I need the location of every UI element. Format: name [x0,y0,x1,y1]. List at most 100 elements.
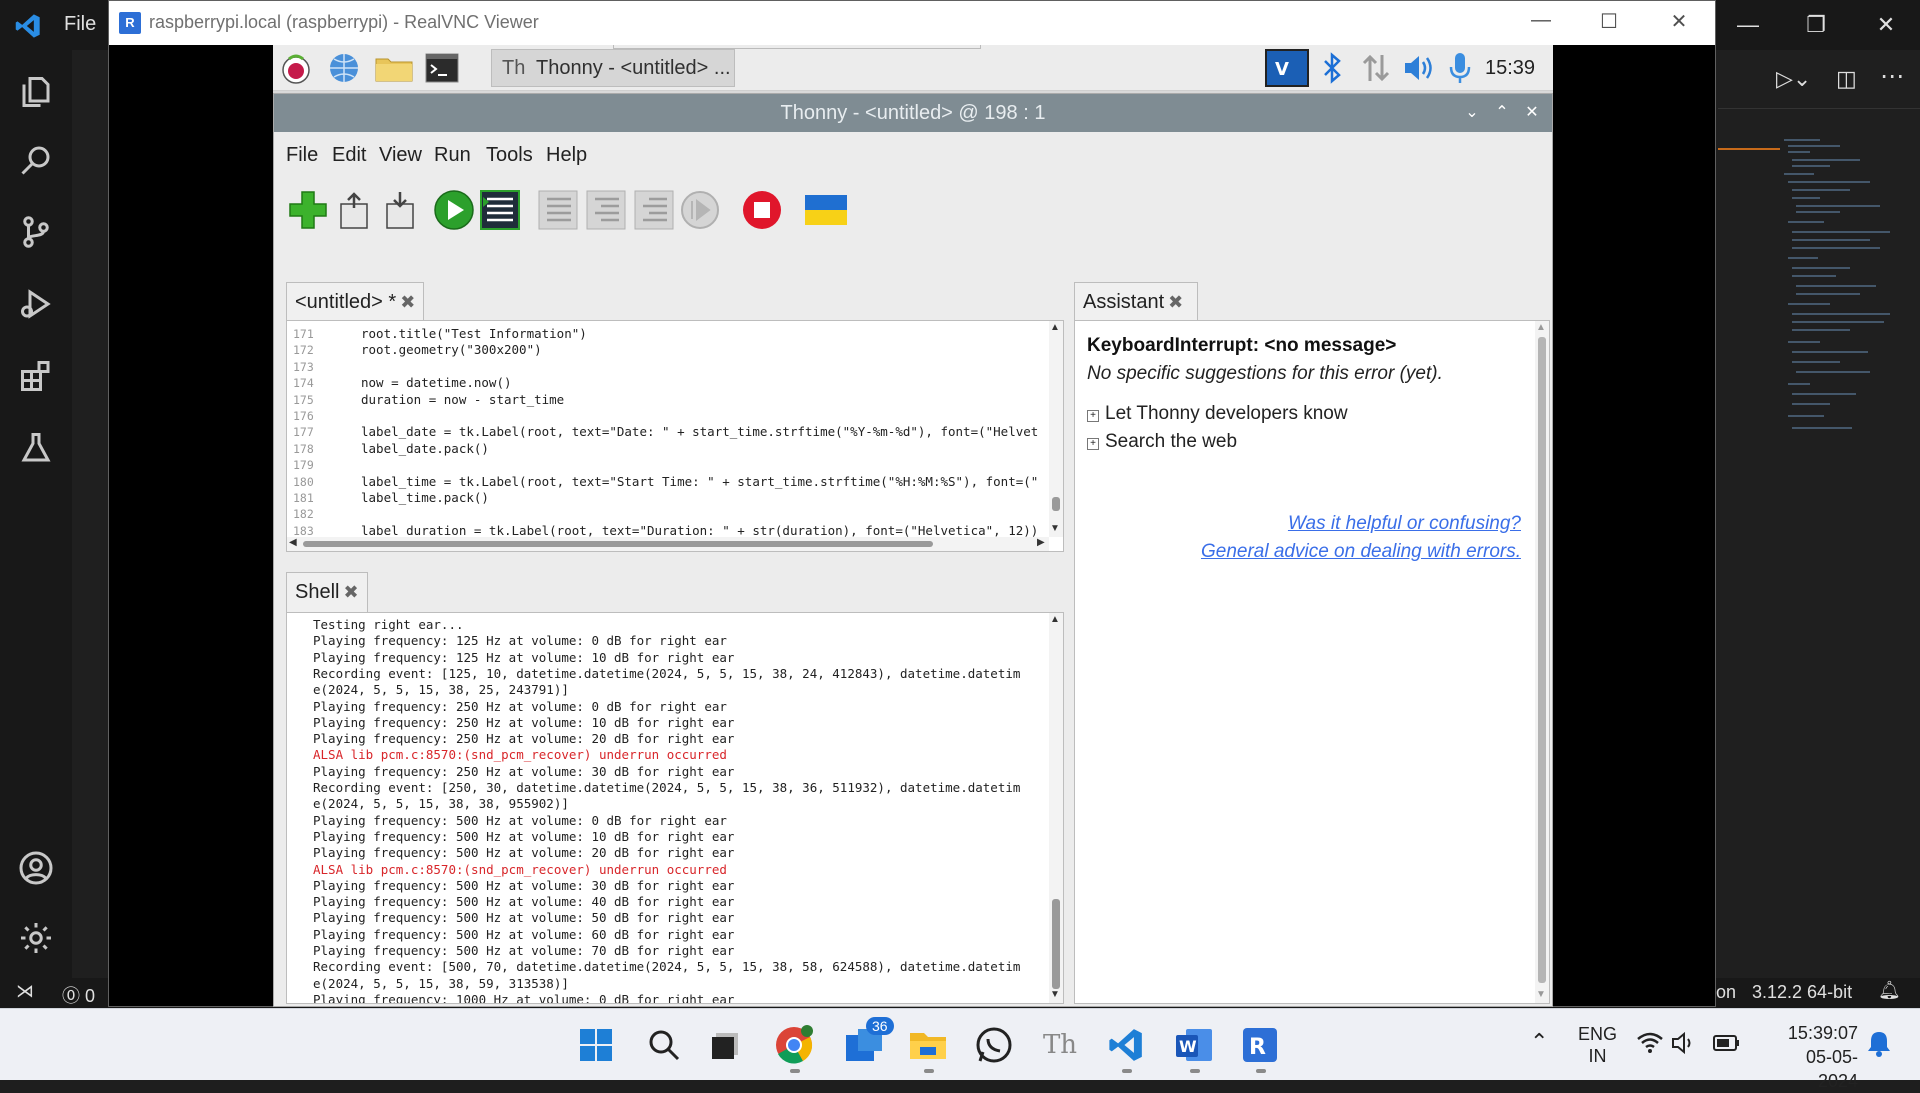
menu-run[interactable]: Run [434,144,471,167]
task-view-icon[interactable] [706,1023,750,1067]
stop-icon[interactable] [740,188,784,232]
editor-vertical-scrollbar[interactable]: ▲ ▼ [1049,321,1063,537]
extensions-icon[interactable] [14,354,58,398]
menu-file[interactable]: File [286,144,318,167]
thonny-minimize-button[interactable]: ⌄ [1458,94,1486,132]
show-hidden-icons-chevron-icon[interactable]: ⌃ [1530,1029,1548,1055]
assistant-item-search-label: Search the web [1105,431,1238,452]
remote-indicator-icon[interactable]: ⋊ [16,981,34,1002]
close-shell-tab-icon[interactable]: ✖ [343,582,358,602]
network-arrows-icon[interactable] [1359,51,1397,85]
split-editor-icon[interactable]: ◫ [1836,66,1857,92]
assistant-error-heading: KeyboardInterrupt: <no message> [1087,335,1397,356]
close-assistant-tab-icon[interactable]: ✖ [1168,292,1183,312]
outlook-mail-icon[interactable]: 36 [842,1017,894,1067]
volume-speaker-icon[interactable] [1401,51,1439,85]
tab-untitled[interactable]: <untitled> * ✖ [286,282,424,322]
vnc-minimize-button[interactable]: — [1521,9,1561,37]
file-explorer-icon[interactable] [906,1023,950,1067]
menu-view[interactable]: View [379,144,422,167]
windows-start-icon[interactable] [574,1023,618,1067]
assistant-vertical-scrollbar[interactable]: ▲ ▼ [1535,321,1549,1003]
taskbar-thonny-button[interactable]: Th Thonny - <untitled> ... [491,49,735,87]
vnc-server-icon[interactable]: V [1265,49,1309,87]
terminal-icon[interactable] [423,51,461,85]
scroll-up-arrow-icon[interactable]: ▲ [1050,322,1060,333]
system-clock[interactable]: 15:39:07 05-05-2024 [1768,1021,1858,1093]
debug-script-icon[interactable] [478,188,522,232]
pi-clock[interactable]: 15:39 [1485,57,1535,80]
vscode-menu-file[interactable]: File [64,13,96,36]
tab-assistant[interactable]: Assistant ✖ [1074,282,1198,322]
language-indicator[interactable]: ENG IN [1578,1023,1617,1067]
scroll-down-arrow-icon[interactable]: ▼ [1050,523,1060,534]
run-python-file-icon[interactable]: ▷⌄ [1776,66,1811,92]
thonny-app-icon[interactable]: Th [1038,1023,1082,1067]
ukraine-flag-icon[interactable] [804,188,848,232]
vscode-minimap[interactable] [1780,136,1900,456]
word-app-icon[interactable]: W [1172,1023,1216,1067]
new-file-plus-icon[interactable] [286,188,330,232]
testing-flask-icon[interactable] [14,426,58,470]
chrome-icon[interactable] [772,1023,816,1067]
editor-vscroll-thumb[interactable] [1052,497,1060,511]
helpful-feedback-link[interactable]: Was it helpful or confusing? [1288,513,1521,535]
save-file-icon[interactable] [378,188,422,232]
whatsapp-icon[interactable] [972,1023,1016,1067]
vscode-minimize-button[interactable]: — [1728,12,1768,38]
explorer-icon[interactable] [14,70,58,114]
expand-plus-icon[interactable]: + [1087,438,1099,450]
general-advice-link[interactable]: General advice on dealing with errors. [1201,541,1521,563]
notification-bell-icon[interactable] [1866,1029,1892,1062]
shell-vertical-scrollbar[interactable]: ▲ ▼ [1049,613,1063,1003]
vnc-close-button[interactable]: ✕ [1659,9,1699,37]
file-manager-folder-icon[interactable] [373,51,413,85]
expand-plus-icon[interactable]: + [1087,410,1099,422]
vscode-app-icon[interactable] [1104,1023,1148,1067]
more-actions-icon[interactable]: ⋯ [1880,62,1904,91]
python-interpreter-status[interactable]: 3.12.2 64-bit [1752,982,1852,1003]
assistant-item-search[interactable]: + Search the web [1087,431,1237,453]
assistant-item-developers[interactable]: + Let Thonny developers know [1087,403,1348,425]
open-file-icon[interactable] [332,188,376,232]
vnc-titlebar: R raspberrypi.local (raspberrypi) - Real… [109,1,1715,45]
shell-console[interactable]: Testing right ear... Playing frequency: 1… [286,612,1064,1004]
account-icon[interactable] [14,846,58,890]
editor-hscroll-thumb[interactable] [303,541,933,547]
realvnc-app-icon[interactable]: R [1238,1023,1282,1067]
settings-gear-icon[interactable] [14,916,58,960]
shell-scroll-down-icon[interactable]: ▼ [1050,989,1060,1000]
menu-edit[interactable]: Edit [332,144,366,167]
wifi-icon[interactable] [1636,1029,1664,1062]
search-icon[interactable] [14,138,58,182]
thonny-close-button[interactable]: ✕ [1518,94,1546,132]
close-tab-icon[interactable]: ✖ [400,292,415,312]
thonny-maximize-button[interactable]: ⌃ [1488,94,1516,132]
run-debug-icon[interactable] [14,282,58,326]
shell-vscroll-thumb[interactable] [1052,899,1060,989]
assistant-scroll-down-icon[interactable]: ▼ [1536,989,1546,1000]
shell-scroll-up-icon[interactable]: ▲ [1050,614,1060,625]
menu-help[interactable]: Help [546,144,587,167]
tab-shell[interactable]: Shell ✖ [286,572,368,612]
battery-icon[interactable] [1712,1031,1742,1060]
taskbar-search-icon[interactable] [642,1023,686,1067]
editor-horizontal-scrollbar[interactable]: ◀ ▶ [287,537,1049,551]
bluetooth-icon[interactable] [1317,51,1355,85]
word-running-indicator [1190,1069,1200,1073]
vnc-maximize-button[interactable]: ☐ [1589,9,1629,37]
run-script-icon[interactable] [432,188,476,232]
speaker-volume-icon[interactable] [1670,1029,1698,1062]
code-editor[interactable]: 171 172 173 174 175 176 177 178 179 180 181 182 183 … [286,320,1064,552]
assistant-scroll-up-icon[interactable]: ▲ [1536,322,1546,333]
web-browser-globe-icon[interactable] [325,51,363,85]
vscode-restore-button[interactable]: ❐ [1796,12,1836,38]
raspberry-menu-icon[interactable] [277,51,315,85]
problems-count[interactable]: ⓪ 0 [62,982,95,1008]
menu-tools[interactable]: Tools [486,144,533,167]
assistant-vscroll-thumb[interactable] [1538,337,1546,983]
source-control-icon[interactable] [14,210,58,254]
vscode-close-button[interactable]: ✕ [1866,12,1906,38]
microphone-icon[interactable] [1445,51,1483,85]
notifications-bell-icon[interactable]: 🔔︎ [1878,980,1901,1001]
